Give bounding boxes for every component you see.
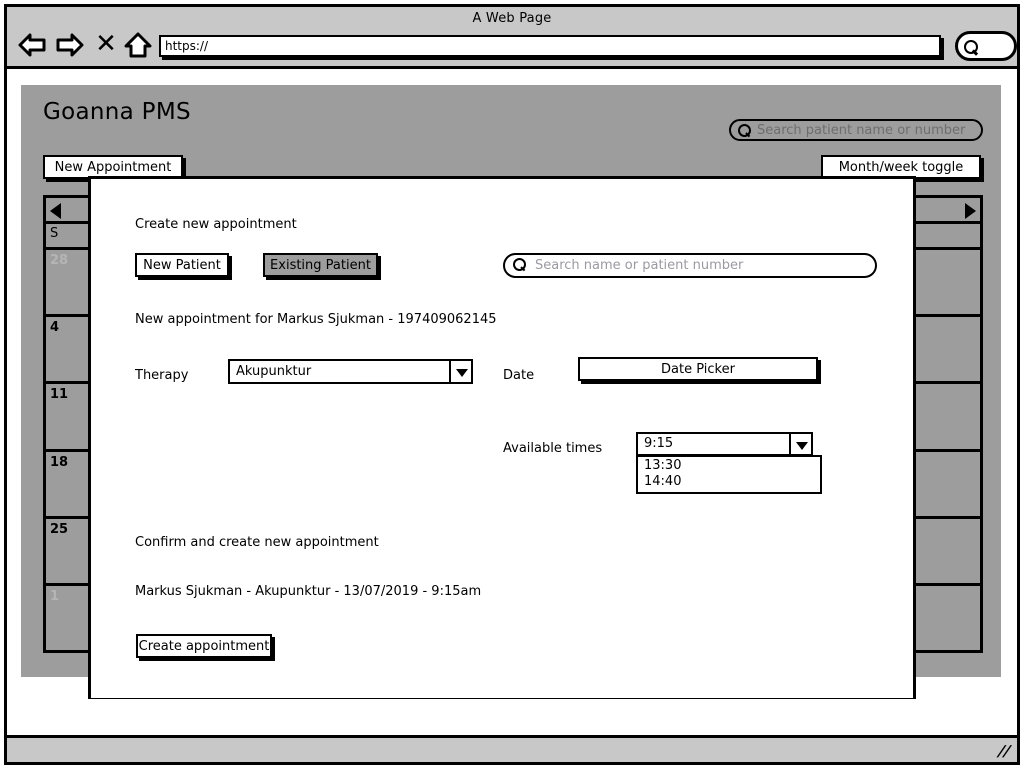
existing-patient-button[interactable]: Existing Patient [263,253,378,277]
create-appointment-button[interactable]: Create appointment [136,634,272,658]
window-title: A Web Page [472,11,552,26]
modal-patient-search-input[interactable]: Search name or patient number [503,253,877,278]
status-bar: // [4,735,1020,765]
search-icon [513,258,527,272]
date-picker-button[interactable]: Date Picker [578,357,818,381]
browser-window: A Web Page ✕ https:// Goanna PMS Search … [4,4,1020,764]
page-canvas: Goanna PMS Search patient name or number… [7,69,1017,699]
patient-search-placeholder: Search patient name or number [757,123,966,138]
chevron-down-icon[interactable] [789,434,811,454]
chevron-down-icon[interactable] [449,361,471,382]
close-x-icon[interactable]: ✕ [95,31,117,59]
arrow-left-icon[interactable] [50,203,61,219]
back-arrow-icon[interactable] [17,31,47,59]
modal-title: Create new appointment [135,217,297,232]
therapy-label: Therapy [135,368,189,383]
therapy-selected-value: Akupunktur [236,364,312,379]
available-times-label: Available times [503,441,603,456]
url-input[interactable]: https:// [159,35,941,57]
page-title: Goanna PMS [43,99,191,125]
confirm-heading: Confirm and create new appointment [135,535,379,550]
forward-arrow-icon[interactable] [55,31,85,59]
resize-grip-icon[interactable]: // [997,742,1011,760]
search-icon [738,123,751,137]
home-icon[interactable] [123,31,153,59]
available-times-select[interactable]: 9:15 [636,432,813,456]
browser-search-button[interactable] [955,31,1017,61]
modal-patient-search-placeholder: Search name or patient number [535,258,744,273]
patient-search-input[interactable]: Search patient name or number [729,119,983,141]
new-patient-button[interactable]: New Patient [135,253,229,277]
create-appointment-modal: Create new appointment New Patient Exist… [88,176,916,699]
appointment-for-text: New appointment for Markus Sjukman - 197… [135,312,497,327]
available-times-option-list[interactable]: 13:30 14:40 [636,455,822,494]
browser-chrome: A Web Page ✕ https:// [7,7,1017,69]
appointment-summary: Markus Sjukman - Akupunktur - 13/07/2019… [135,584,482,599]
available-times-selected-value: 9:15 [644,436,674,451]
arrow-right-icon[interactable] [965,203,977,219]
date-label: Date [503,368,535,383]
therapy-select[interactable]: Akupunktur [228,359,473,384]
search-icon [964,40,979,55]
available-times-option[interactable]: 14:40 [644,474,820,490]
available-times-option[interactable]: 13:30 [644,458,820,474]
